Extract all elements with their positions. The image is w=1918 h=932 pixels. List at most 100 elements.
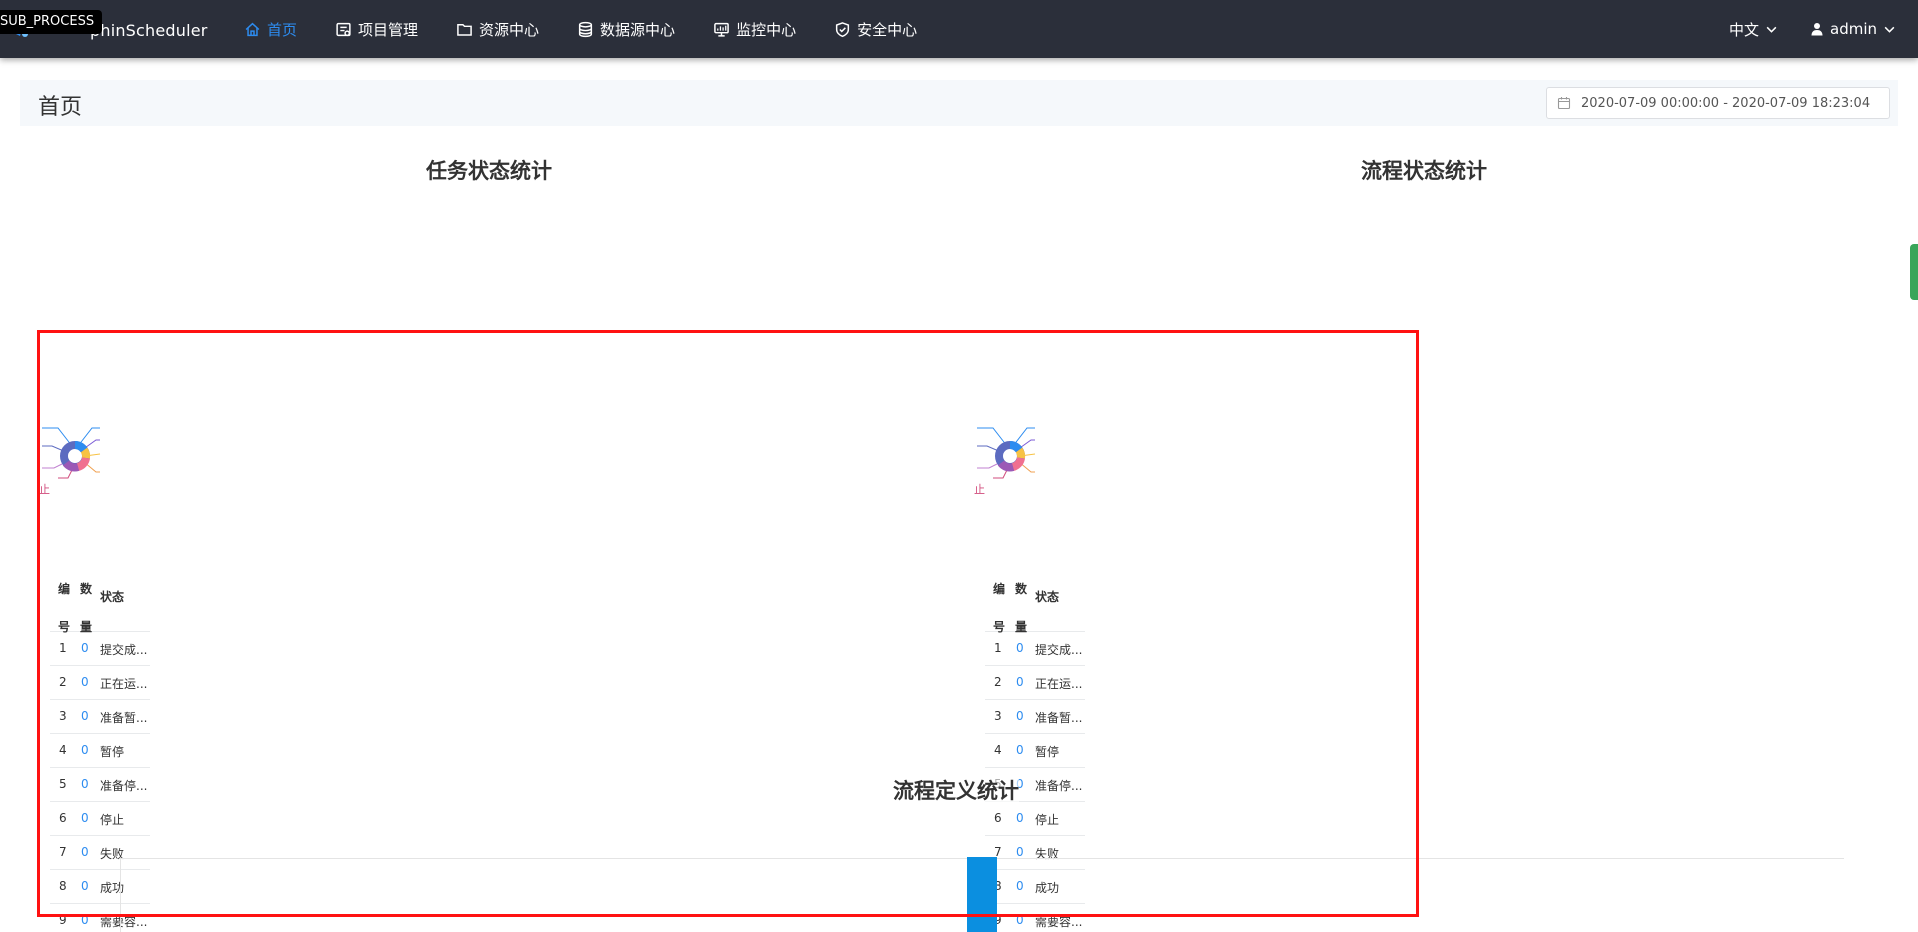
row-status: 失败	[1035, 847, 1060, 861]
date-range-picker[interactable]: 2020-07-09 00:00:00 - 2020-07-09 18:23:0…	[1546, 87, 1890, 119]
row-status: 暂停	[1035, 745, 1060, 759]
row-status: 需要容...	[1035, 915, 1083, 929]
page-header: 首页 2020-07-09 00:00:00 - 2020-07-09 18:2…	[20, 80, 1898, 126]
row-status: 正在运...	[100, 677, 148, 691]
row-number: 9	[59, 913, 67, 927]
main-nav: 首页 项目管理 资源中心 数据源中心 监控中心 安全中心	[244, 0, 955, 58]
nav-item-label: 首页	[267, 20, 298, 39]
nav-item-label: 监控中心	[736, 20, 797, 39]
header-status: 状态	[1035, 590, 1060, 604]
row-count[interactable]: 0	[81, 845, 89, 859]
table-row: 2 0 正在运...	[985, 666, 1085, 700]
table-header: 编号 数量 状态	[985, 566, 1085, 634]
row-number: 1	[994, 641, 1002, 655]
nav-item-datasource[interactable]: 数据源中心	[577, 19, 675, 40]
nav-item-label: 项目管理	[358, 20, 419, 39]
nav-item-label: 资源中心	[479, 20, 540, 39]
table-body: 10提交成...20正在运...30准备暂...40暂停50准备停...60停止…	[50, 632, 150, 932]
home-icon	[245, 22, 260, 36]
row-number: 6	[994, 811, 1002, 825]
row-status: 正在运...	[1035, 677, 1083, 691]
row-status: 准备停...	[100, 779, 148, 793]
row-status: 提交成...	[100, 643, 148, 657]
nav-item-monitor[interactable]: 监控中心	[713, 19, 796, 40]
monitor-icon	[714, 22, 729, 37]
row-count[interactable]: 0	[81, 641, 89, 655]
table-row: 2 0 正在运...	[50, 666, 150, 700]
row-status: 停止	[1035, 813, 1060, 827]
row-number: 6	[59, 811, 67, 825]
row-status: 需要容...	[100, 915, 148, 929]
node-type-tooltip: SUB_PROCESS	[0, 10, 103, 34]
table-row: 6 0 停止	[50, 802, 150, 836]
page-title: 首页	[38, 95, 83, 120]
table-row: 9 0 需要容...	[50, 904, 150, 932]
row-number: 5	[59, 777, 67, 791]
process-status-table: 编号 数量 状态 10提交成...20正在运...30准备暂...40暂停50准…	[985, 566, 1085, 932]
row-status: 失败	[100, 847, 125, 861]
row-count[interactable]: 0	[1016, 913, 1024, 927]
row-count[interactable]: 0	[81, 777, 89, 791]
row-number: 7	[59, 845, 67, 859]
task-status-table: 编号 数量 状态 1 0 提交成... 2 0 正在运... 3 0 准备暂... 4 0 暂停 5 0 准…	[50, 566, 150, 932]
row-status: 准备停...	[1035, 779, 1083, 793]
chevron-down-icon	[1766, 26, 1777, 33]
table-header: 编号 数量 状态	[50, 566, 150, 634]
row-number: 2	[994, 675, 1002, 689]
row-count[interactable]: 0	[81, 709, 89, 723]
top-navigation-bar: phinScheduler SUB_PROCESS 首页 项目管理 资源中心 数	[0, 0, 1918, 58]
chevron-down-icon	[1884, 26, 1895, 33]
calendar-icon	[1557, 97, 1571, 110]
row-status: 提交成...	[1035, 643, 1083, 657]
user-icon	[1811, 23, 1823, 36]
row-count[interactable]: 0	[1016, 641, 1024, 655]
row-number: 1	[59, 641, 67, 655]
row-count[interactable]: 0	[81, 675, 89, 689]
app-name: phinScheduler	[90, 20, 208, 40]
bar-chart-y-axis	[120, 858, 121, 932]
row-status: 准备暂...	[100, 711, 148, 725]
nav-item-project[interactable]: 项目管理	[335, 19, 418, 40]
row-number: 3	[59, 709, 67, 723]
page-scrollbar[interactable]	[1910, 244, 1918, 300]
user-name: admin	[1830, 20, 1877, 38]
table-row: 3 0 准备暂...	[985, 700, 1085, 734]
row-number: 8	[59, 879, 67, 893]
user-menu[interactable]: admin	[1810, 20, 1896, 38]
nav-item-home[interactable]: 首页	[244, 19, 297, 40]
task-status-title: 任务状态统计	[426, 159, 552, 183]
process-status-title: 流程状态统计	[1361, 159, 1487, 183]
language-switch[interactable]: 中文	[1729, 19, 1778, 40]
table-row: 8 0 成功	[985, 870, 1085, 904]
header-status: 状态	[100, 590, 125, 604]
row-count[interactable]: 0	[1016, 811, 1024, 825]
right-nav: 中文 admin	[1697, 0, 1896, 58]
row-count[interactable]: 0	[1016, 743, 1024, 757]
nav-item-resource[interactable]: 资源中心	[456, 19, 539, 40]
process-definition-bar[interactable]	[967, 857, 997, 932]
row-count[interactable]: 0	[1016, 879, 1024, 893]
row-count[interactable]: 0	[81, 913, 89, 927]
folder-icon	[457, 23, 472, 36]
language-label: 中文	[1728, 20, 1759, 39]
donut-label: 止	[39, 483, 50, 496]
row-count[interactable]: 0	[1016, 845, 1024, 859]
nav-item-security[interactable]: 安全中心	[834, 19, 917, 40]
donut-label: 止	[974, 483, 985, 496]
shield-icon	[835, 21, 850, 37]
row-count[interactable]: 0	[81, 743, 89, 757]
row-status: 准备暂...	[1035, 711, 1083, 725]
row-status: 停止	[100, 813, 125, 827]
row-count[interactable]: 0	[1016, 709, 1024, 723]
table-row: 4 0 暂停	[985, 734, 1085, 768]
table-row: 4 0 暂停	[50, 734, 150, 768]
project-icon	[336, 22, 351, 36]
task-status-donut-chart	[42, 427, 101, 479]
row-count[interactable]: 0	[1016, 675, 1024, 689]
date-range-value: 2020-07-09 00:00:00 - 2020-07-09 18:23:0…	[1581, 95, 1871, 111]
row-count[interactable]: 0	[81, 879, 89, 893]
row-status: 成功	[100, 881, 125, 895]
row-number: 4	[59, 743, 67, 757]
row-count[interactable]: 0	[81, 811, 89, 825]
nav-item-label: 安全中心	[857, 20, 918, 39]
